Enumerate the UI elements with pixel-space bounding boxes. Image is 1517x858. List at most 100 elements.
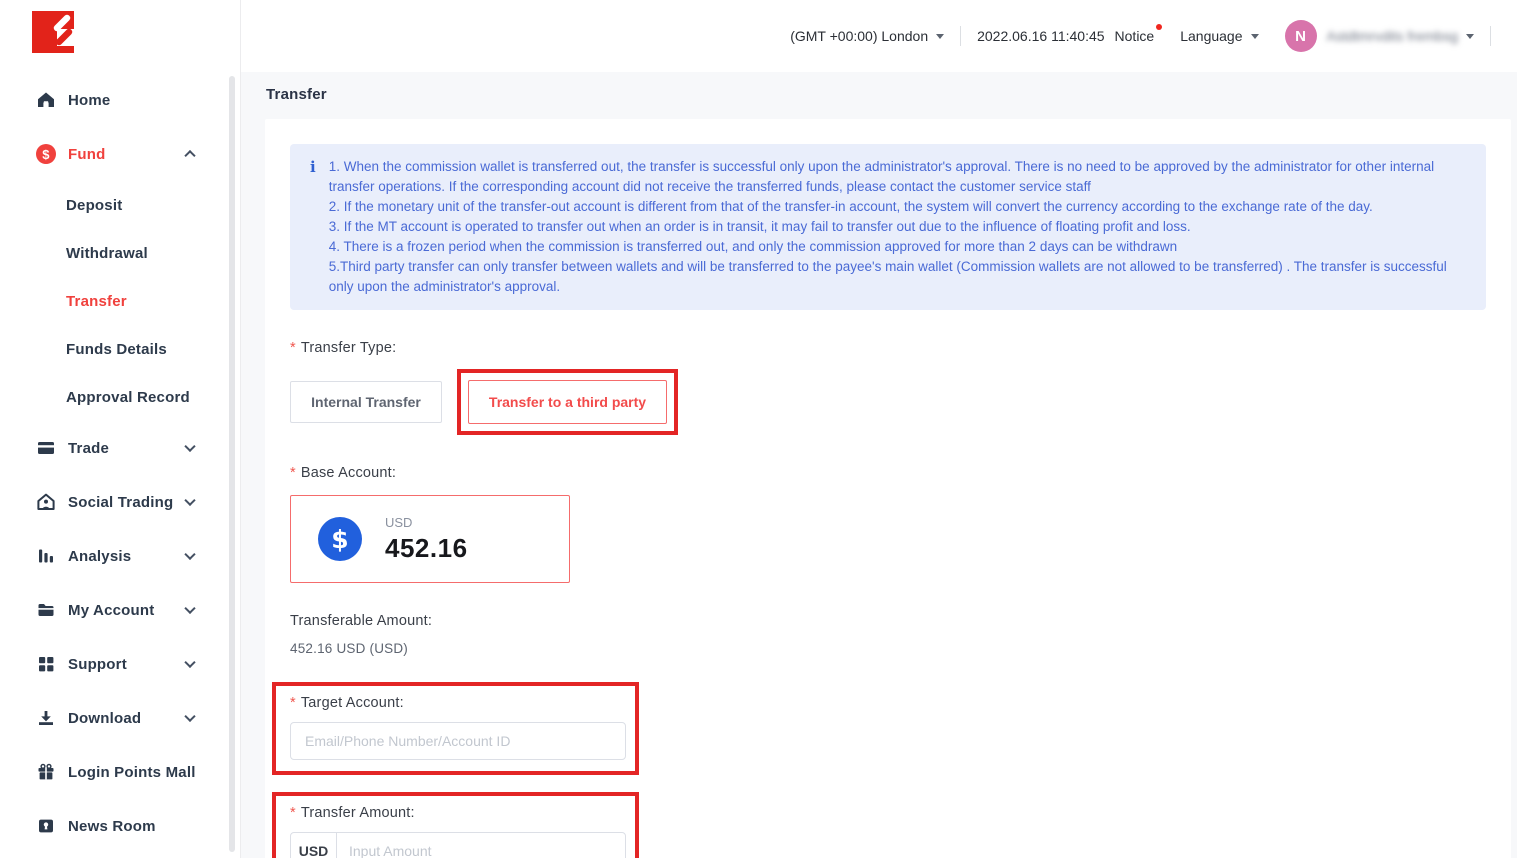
sidebar-item-label: Support (68, 656, 127, 673)
chevron-down-icon (184, 603, 195, 614)
download-icon (36, 708, 56, 728)
info-line: 4. There is a frozen period when the com… (329, 237, 1466, 257)
info-text: 1. When the commission wallet is transfe… (329, 157, 1466, 297)
sidebar-scrollbar[interactable] (229, 76, 235, 852)
gift-icon (36, 762, 56, 782)
chevron-down-icon (184, 495, 195, 506)
chevron-down-icon (184, 657, 195, 668)
base-account-balance: 452.16 (385, 533, 468, 564)
sidebar-item-funds-details[interactable]: Funds Details (0, 325, 240, 373)
notice-badge-dot (1156, 24, 1162, 30)
sidebar-item-support[interactable]: Support (0, 637, 240, 691)
fund-icon: $ (36, 144, 56, 164)
transfer-type-label: *Transfer Type: (290, 340, 1486, 356)
base-account-info: USD 452.16 (385, 515, 468, 564)
sidebar-item-approval-record[interactable]: Approval Record (0, 373, 240, 421)
language-label: Language (1180, 28, 1242, 44)
sidebar-item-my-account[interactable]: My Account (0, 583, 240, 637)
sidebar-item-withdrawal[interactable]: Withdrawal (0, 229, 240, 277)
support-icon (36, 654, 56, 674)
transfer-type-options: Internal Transfer Transfer to a third pa… (290, 369, 1486, 435)
info-line: 1. When the commission wallet is transfe… (329, 157, 1466, 197)
news-room-icon (36, 816, 56, 836)
transfer-amount-group: USD (290, 832, 626, 858)
required-asterisk: * (290, 465, 296, 481)
annotation-box-third-party: Transfer to a third party (457, 369, 678, 435)
sidebar-item-deposit[interactable]: Deposit (0, 181, 240, 229)
sidebar-item-label: Deposit (66, 197, 122, 214)
chevron-down-icon (184, 441, 195, 452)
info-line: 5.Third party transfer can only transfer… (329, 257, 1466, 297)
info-box: i 1. When the commission wallet is trans… (290, 144, 1486, 310)
main-area: (GMT +00:00) London 2022.06.16 11:40:45 … (241, 0, 1517, 858)
annotation-box-transfer-amount: *Transfer Amount: USD (272, 792, 639, 858)
caret-down-icon (1251, 34, 1259, 39)
timezone-label: (GMT +00:00) London (790, 28, 928, 44)
sidebar-item-label: Approval Record (66, 389, 190, 406)
annotation-box-target-account: *Target Account: (272, 682, 639, 775)
sidebar-item-trade[interactable]: Trade (0, 421, 240, 475)
sidebar-item-label: Withdrawal (66, 245, 148, 262)
datetime-label: 2022.06.16 11:40:45 (977, 28, 1104, 44)
sidebar-item-label: Fund (68, 146, 105, 163)
chevron-down-icon (184, 711, 195, 722)
sidebar-item-label: Transfer (66, 293, 127, 310)
sidebar-item-fund[interactable]: $ Fund (0, 127, 240, 181)
info-line: 3. If the MT account is operated to tran… (329, 217, 1466, 237)
user-menu[interactable]: N Astdtmrvdits frembsg (1259, 20, 1474, 52)
internal-transfer-button[interactable]: Internal Transfer (290, 381, 442, 423)
sidebar-item-social-trading[interactable]: Social Trading (0, 475, 240, 529)
sidebar-item-label: News Room (68, 818, 156, 835)
caret-down-icon (936, 34, 944, 39)
base-account-card[interactable]: $ USD 452.16 (290, 495, 570, 583)
required-asterisk: * (290, 340, 296, 356)
sidebar-item-label: Social Trading (68, 494, 173, 511)
notice-button[interactable]: Notice (1115, 28, 1155, 44)
sidebar-item-label: My Account (68, 602, 154, 619)
page-title: Transfer (266, 86, 1511, 103)
divider (960, 26, 961, 46)
required-asterisk: * (290, 695, 296, 711)
sidebar-item-home[interactable]: Home (0, 73, 240, 127)
base-account-section: *Base Account: $ USD 452.16 (290, 465, 1486, 583)
required-asterisk: * (290, 805, 296, 821)
brand-logo[interactable] (0, 11, 240, 53)
language-selector[interactable]: Language (1180, 28, 1258, 44)
third-party-transfer-button[interactable]: Transfer to a third party (468, 380, 667, 424)
sidebar-nav: Home $ Fund Deposit Withdrawal Transfer … (0, 73, 240, 853)
notice-label: Notice (1115, 28, 1155, 44)
chevron-up-icon (184, 150, 195, 161)
caret-down-icon (1466, 34, 1474, 39)
transfer-amount-label: *Transfer Amount: (290, 805, 626, 821)
app-root: Home $ Fund Deposit Withdrawal Transfer … (0, 0, 1517, 858)
transferable-amount-value: 452.16 USD (USD) (290, 641, 1486, 656)
sidebar-item-download[interactable]: Download (0, 691, 240, 745)
timezone-selector[interactable]: (GMT +00:00) London (790, 28, 944, 44)
transfer-type-section: *Transfer Type: Internal Transfer Transf… (290, 340, 1486, 435)
analysis-icon (36, 546, 56, 566)
sidebar-item-label: Home (68, 92, 110, 109)
currency-prefix: USD (291, 833, 337, 858)
sidebar-item-analysis[interactable]: Analysis (0, 529, 240, 583)
social-trading-icon (36, 492, 56, 512)
top-bar: (GMT +00:00) London 2022.06.16 11:40:45 … (241, 0, 1517, 72)
avatar: N (1285, 20, 1317, 52)
sidebar-item-transfer[interactable]: Transfer (0, 277, 240, 325)
home-icon (36, 90, 56, 110)
datetime-display: 2022.06.16 11:40:45 (977, 28, 1104, 44)
transfer-amount-input[interactable] (337, 833, 625, 858)
info-line: 2. If the monetary unit of the transfer-… (329, 197, 1466, 217)
username-blurred: Astdtmrvdits frembsg (1327, 28, 1458, 44)
sidebar-item-news-room[interactable]: News Room (0, 799, 240, 853)
trade-icon (36, 438, 56, 458)
my-account-icon (36, 600, 56, 620)
base-account-currency: USD (385, 515, 468, 530)
divider (1490, 26, 1491, 46)
sidebar-item-label: Trade (68, 440, 109, 457)
transferable-amount-label: Transferable Amount: (290, 613, 1486, 629)
info-icon: i (310, 157, 316, 297)
target-account-input[interactable] (290, 722, 626, 760)
content-area: Transfer i 1. When the commission wallet… (241, 72, 1517, 858)
usd-coin-icon: $ (318, 517, 362, 561)
sidebar-item-login-points-mall[interactable]: Login Points Mall (0, 745, 240, 799)
